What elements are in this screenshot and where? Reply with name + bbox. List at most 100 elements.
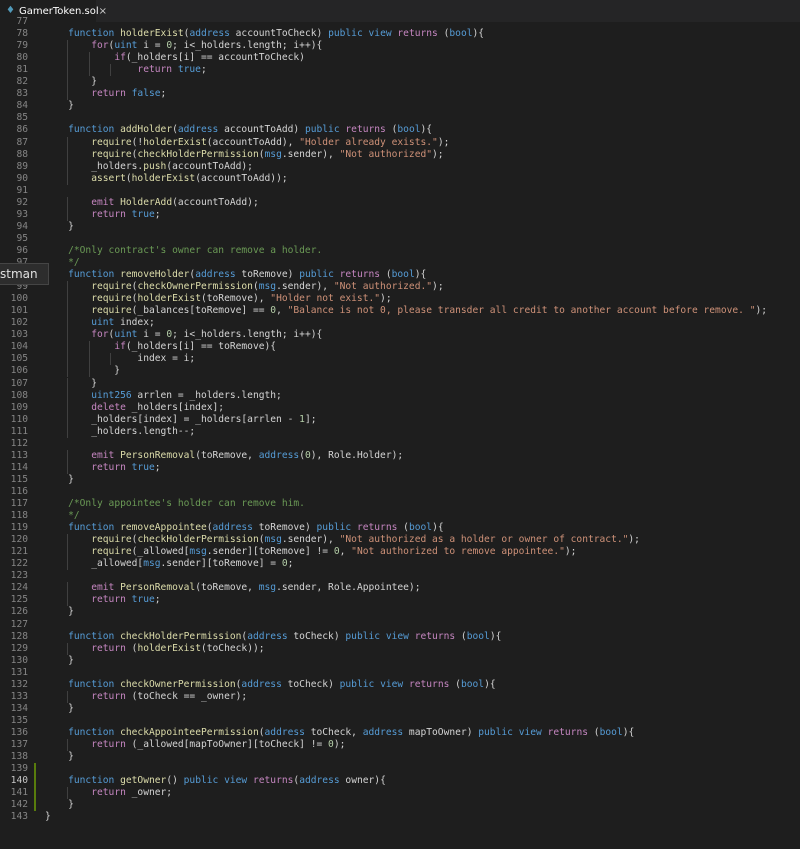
code-line[interactable]: 102 uint index; (0, 317, 800, 330)
close-icon[interactable]: × (99, 6, 107, 17)
line-number: 80 (16, 52, 28, 64)
code-line[interactable]: 109 delete _holders[index]; (0, 401, 800, 414)
line-number: 129 (10, 642, 28, 654)
line-number: 114 (10, 461, 28, 473)
line-number: 120 (10, 534, 28, 546)
code-line[interactable]: 87 require(!holderExist(accountToAdd), "… (0, 136, 800, 149)
code-text: return true; (91, 594, 161, 606)
code-line[interactable]: 129 return (holderExist(toCheck)); (0, 642, 800, 655)
code-line[interactable]: 97 */ (0, 257, 800, 269)
code-text: } (45, 365, 121, 377)
code-editor[interactable]: 77 78 function holderExist(address accoun… (0, 16, 800, 849)
code-line[interactable]: 131 (0, 667, 800, 679)
code-line[interactable]: 130 } (0, 655, 800, 667)
code-line[interactable]: 136 function checkAppointeePermission(ad… (0, 727, 800, 739)
code-line[interactable]: 106 } (0, 365, 800, 378)
code-text: delete _holders[index]; (91, 401, 225, 413)
code-line[interactable]: 142 } (0, 799, 800, 812)
code-line[interactable]: 128 function checkHolderPermission(addre… (0, 631, 800, 643)
code-line[interactable]: 86 function addHolder(address accountToA… (0, 124, 800, 136)
code-line[interactable]: 92 emit HolderAdd(accountToAdd); (0, 196, 800, 209)
code-line[interactable]: 132 function checkOwnerPermission(addres… (0, 679, 800, 691)
code-text: for(uint i = 0; i<_holders.length; i++){ (91, 329, 323, 341)
code-line[interactable]: 94 } (0, 221, 800, 233)
code-line[interactable]: 116 (0, 486, 800, 498)
code-text: return false; (91, 88, 167, 100)
code-line[interactable]: 121 require(_allowed[msg.sender][toRemov… (0, 546, 800, 559)
code-line[interactable]: 114 return true; (0, 461, 800, 474)
code-line[interactable]: 95 (0, 233, 800, 245)
code-line[interactable]: 139 (0, 763, 800, 776)
line-number: 131 (10, 666, 28, 678)
code-text: /*Only appointee's holder can remove him… (68, 498, 305, 509)
code-line[interactable]: 77 (0, 16, 800, 28)
code-line[interactable]: 133 return (toCheck == _owner); (0, 690, 800, 703)
code-line[interactable]: 107 } (0, 377, 800, 390)
line-number: 128 (10, 630, 28, 642)
code-line[interactable]: 120 require(checkHolderPermission(msg.se… (0, 534, 800, 547)
line-number: 96 (16, 244, 28, 256)
line-number: 106 (10, 365, 28, 377)
code-text: } (45, 377, 97, 389)
code-line[interactable]: 125 return true; (0, 594, 800, 607)
code-line[interactable]: 126 } (0, 606, 800, 618)
code-line[interactable]: 118 */ (0, 510, 800, 522)
code-line[interactable]: 83 return false; (0, 88, 800, 101)
code-line[interactable]: 112 (0, 438, 800, 450)
line-number: 92 (16, 196, 28, 208)
line-number: 135 (10, 714, 28, 726)
code-line[interactable]: 101 require(_balances[toRemove] == 0, "B… (0, 305, 800, 318)
code-text: require(checkHolderPermission(msg.sender… (91, 534, 640, 546)
code-line[interactable]: 98 function removeHolder(address toRemov… (0, 269, 800, 281)
line-number: 94 (16, 220, 28, 232)
code-line[interactable]: 115 } (0, 474, 800, 486)
code-line[interactable]: 143} (0, 811, 800, 823)
code-line[interactable]: 104 if(_holders[i] == toRemove){ (0, 341, 800, 354)
code-line[interactable]: 100 require(holderExist(toRemove), "Hold… (0, 293, 800, 306)
line-number: 108 (10, 389, 28, 401)
code-line[interactable]: 141 return _owner; (0, 787, 800, 800)
code-text: } (45, 473, 74, 485)
code-line[interactable]: 110 _holders[index] = _holders[arrlen - … (0, 413, 800, 426)
code-line[interactable]: 117 /*Only appointee's holder can remove… (0, 498, 800, 510)
code-line[interactable]: 111 _holders.length--; (0, 425, 800, 438)
code-line[interactable]: 140 function getOwner() public view retu… (0, 775, 800, 788)
code-line[interactable]: 124 emit PersonRemoval(toRemove, msg.sen… (0, 582, 800, 595)
code-line[interactable]: 108 uint256 arrlen = _holders.length; (0, 389, 800, 402)
code-line[interactable]: 88 require(checkHolderPermission(msg.sen… (0, 148, 800, 161)
code-line[interactable]: 134 } (0, 703, 800, 715)
code-line[interactable]: 119 function removeAppointee(address toR… (0, 522, 800, 534)
line-number: 133 (10, 690, 28, 702)
code-line[interactable]: 85 (0, 112, 800, 124)
code-line[interactable]: 78 function holderExist(address accountT… (0, 28, 800, 40)
code-text: _allowed[msg.sender][toRemove] = 0; (45, 558, 294, 570)
code-text: } (45, 100, 74, 112)
code-line[interactable]: 96 /*Only contract's owner can remove a … (0, 245, 800, 257)
code-line[interactable]: 127 (0, 619, 800, 631)
code-line[interactable]: 82 } (0, 76, 800, 89)
line-number: 119 (10, 522, 28, 534)
code-line[interactable]: 79 for(uint i = 0; i<_holders.length; i+… (0, 40, 800, 53)
code-line[interactable]: 105 index = i; (0, 353, 800, 366)
code-text: function checkHolderPermission(address t… (68, 630, 502, 642)
line-number: 93 (16, 208, 28, 220)
line-number: 95 (16, 232, 28, 244)
code-text: if(_holders[i] == accountToCheck) (114, 52, 305, 64)
code-line[interactable]: 84 } (0, 100, 800, 112)
code-line[interactable]: 99 require(checkOwnerPermission(msg.send… (0, 281, 800, 294)
code-line[interactable]: 91 (0, 185, 800, 197)
code-line[interactable]: 89 _holders.push(accountToAdd); (0, 160, 800, 173)
code-line[interactable]: 122 _allowed[msg.sender][toRemove] = 0; (0, 558, 800, 571)
code-line[interactable]: 135 (0, 715, 800, 727)
code-line[interactable]: 80 if(_holders[i] == accountToCheck) (0, 52, 800, 65)
code-line[interactable]: 123 (0, 570, 800, 582)
code-line[interactable]: 137 return (_allowed[mapToOwner][toCheck… (0, 739, 800, 751)
code-line[interactable]: 138 } (0, 751, 800, 763)
code-line[interactable]: 90 assert(holderExist(accountToAdd)); (0, 172, 800, 185)
code-text: return (toCheck == _owner); (91, 690, 248, 702)
code-line[interactable]: 113 emit PersonRemoval(toRemove, address… (0, 449, 800, 462)
line-number: 110 (10, 413, 28, 425)
code-line[interactable]: 103 for(uint i = 0; i<_holders.length; i… (0, 329, 800, 342)
code-line[interactable]: 81 return true; (0, 64, 800, 77)
code-line[interactable]: 93 return true; (0, 208, 800, 221)
